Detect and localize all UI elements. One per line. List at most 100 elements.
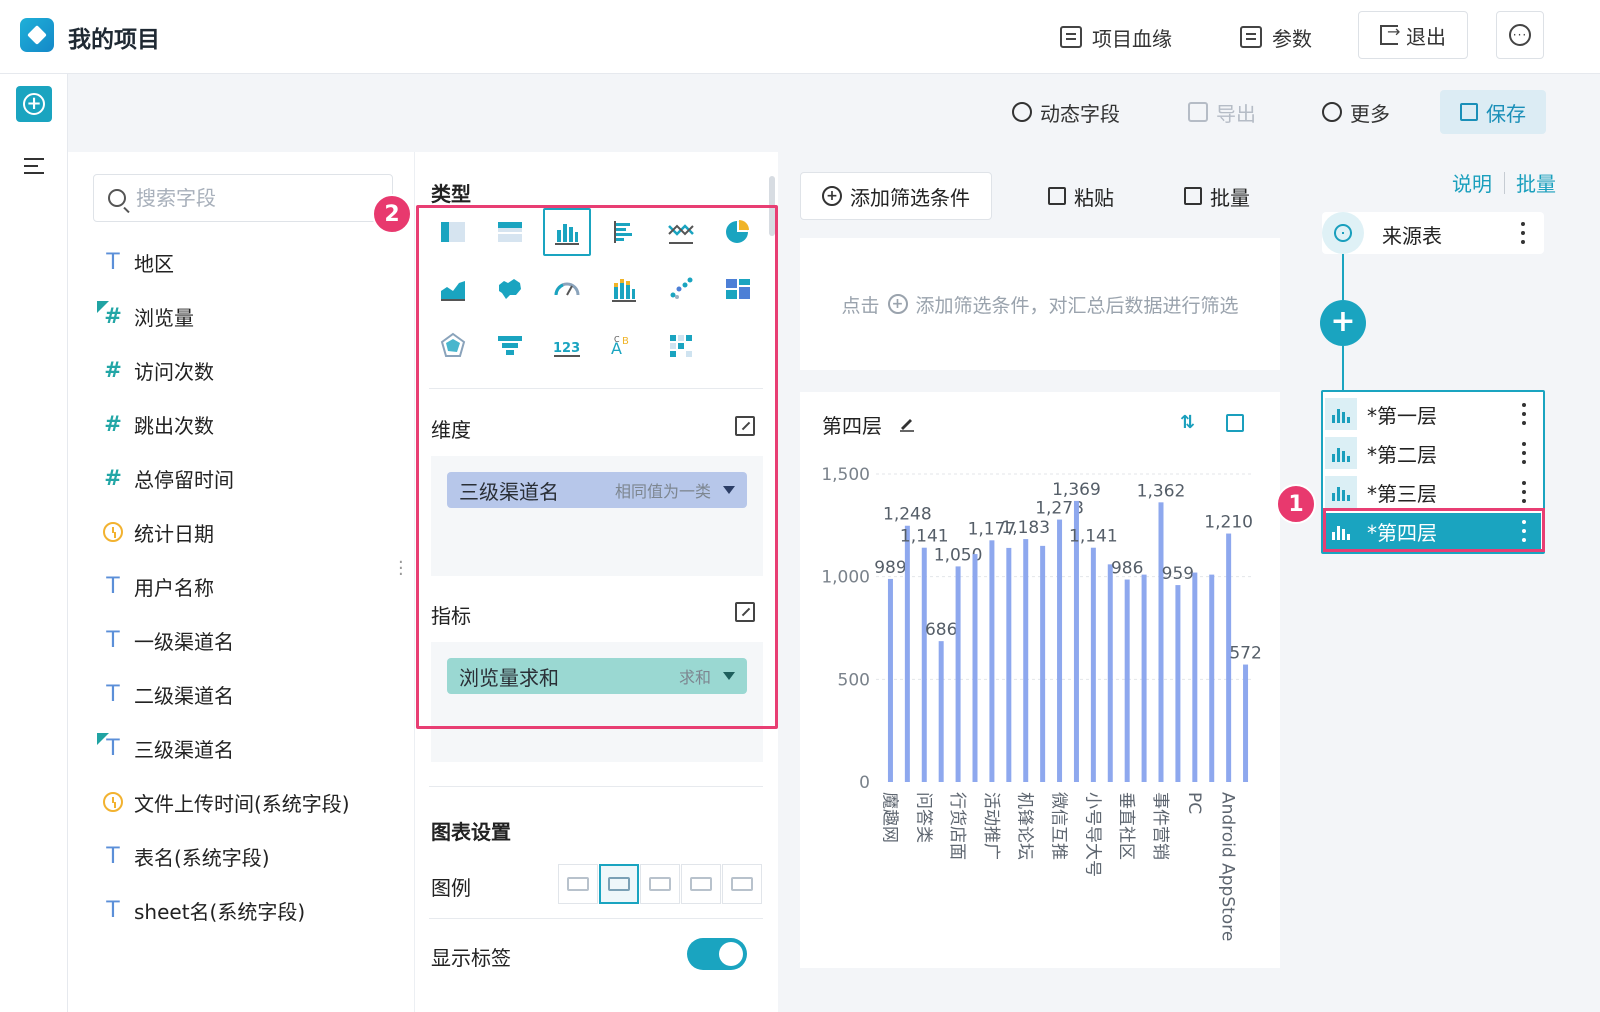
layer-item[interactable]: *第二层 (1325, 435, 1541, 471)
field-item[interactable]: T 三级渠道名 (97, 728, 234, 768)
chart-settings-title: 图表设置 (431, 820, 511, 844)
legend-option-bottom[interactable] (722, 864, 762, 904)
bar (1023, 539, 1029, 782)
y-tick-label: 0 (859, 773, 870, 793)
data-label: 986 (1111, 559, 1143, 579)
field-label: 跳出次数 (134, 413, 214, 438)
field-label: 用户名称 (134, 575, 214, 600)
field-label: 统计日期 (134, 521, 214, 546)
legend-option-left[interactable] (599, 864, 639, 904)
field-item[interactable]: T 表名(系统字段) (98, 836, 269, 876)
add-layer-button[interactable]: + (1320, 300, 1366, 346)
x-tick-label: Android AppStore (1218, 792, 1238, 941)
bar (938, 641, 944, 782)
data-label: 686 (925, 620, 957, 640)
x-tick-label: 垂直社区 (1116, 792, 1136, 860)
show-labels-toggle[interactable] (687, 938, 747, 970)
filter-empty-hint[interactable]: 点击 + 添加筛选条件，对汇总后数据进行筛选 (800, 238, 1280, 370)
field-item[interactable]: T 用户名称 (98, 566, 214, 606)
layer-batch-link[interactable]: 批量 (1516, 168, 1556, 197)
field-item[interactable]: 文件上传时间(系统字段) (98, 782, 350, 822)
filter-batch-button[interactable]: 批量 (1184, 172, 1250, 220)
field-item[interactable]: # 总停留时间 (98, 458, 234, 498)
rail-add-button[interactable]: + (16, 86, 52, 122)
filter-batch-label: 批量 (1210, 185, 1250, 210)
more-button[interactable]: 更多 (1322, 92, 1390, 132)
field-item[interactable]: # 跳出次数 (98, 404, 214, 444)
export-button[interactable]: 导出 (1188, 92, 1256, 132)
bar (1175, 585, 1181, 782)
data-label: 1,141 (1069, 527, 1118, 547)
panel-resize-handle[interactable]: · · · (398, 554, 404, 584)
paste-button[interactable]: 粘贴 (1048, 172, 1114, 220)
chart-type-title: 类型 (431, 182, 471, 206)
field-item[interactable]: Tsheet名(系统字段) (98, 890, 305, 930)
legend-icon (690, 877, 712, 891)
x-tick-label: 活动推广 (981, 792, 1001, 860)
x-tick-label: 问答类 (913, 792, 933, 843)
bar (1006, 547, 1012, 782)
kebab-menu-icon[interactable] (1521, 403, 1527, 425)
legend-option-none[interactable] (558, 864, 598, 904)
app-title: 我的项目 (68, 27, 160, 53)
clock-icon (103, 522, 123, 542)
dynamic-field-button[interactable]: 动态字段 (1012, 92, 1120, 132)
field-item[interactable]: 统计日期 (98, 512, 214, 552)
field-item[interactable]: T 二级渠道名 (98, 674, 234, 714)
data-label: 1,141 (900, 527, 949, 547)
params-button[interactable]: 参数 (1240, 14, 1312, 60)
rail-list-icon[interactable] (24, 158, 44, 174)
in-use-flag-icon (97, 732, 109, 745)
data-label: 1,210 (1204, 513, 1253, 533)
field-item[interactable]: # 访问次数 (98, 350, 214, 390)
filter-empty-text: 添加筛选条件，对汇总后数据进行筛选 (915, 294, 1239, 317)
data-label: 1,248 (883, 505, 932, 525)
show-labels-title: 显示标签 (431, 946, 511, 970)
kebab-menu-icon[interactable] (1521, 481, 1527, 503)
field-search[interactable] (93, 174, 393, 222)
add-filter-button[interactable]: + 添加筛选条件 (800, 172, 992, 220)
field-label: 浏览量 (134, 305, 194, 330)
field-item[interactable]: T 地区 (98, 242, 174, 282)
search-icon (108, 189, 126, 207)
explain-link[interactable]: 说明 (1452, 168, 1492, 197)
exit-button[interactable]: 退出 (1358, 11, 1468, 59)
legend-option-right[interactable] (640, 864, 680, 904)
text-type-icon: T (106, 681, 120, 707)
top-more-button[interactable]: ··· (1496, 11, 1544, 59)
params-icon (1240, 26, 1262, 48)
annotation-badge-1: 1 (1276, 484, 1316, 524)
layer-item[interactable]: *第一层 (1325, 396, 1541, 432)
field-search-input[interactable] (136, 186, 376, 210)
ellipsis-circle-icon: ··· (1509, 24, 1531, 46)
save-button[interactable]: 保存 (1440, 90, 1546, 134)
lineage-icon (1060, 26, 1082, 48)
source-table-node[interactable]: 来源表 (1322, 212, 1544, 254)
field-item[interactable]: T 一级渠道名 (98, 620, 234, 660)
data-label: 1,369 (1052, 480, 1101, 500)
bar (887, 578, 893, 782)
plus-circle-icon: + (887, 294, 908, 314)
project-lineage-button[interactable]: 项目血缘 (1060, 14, 1172, 60)
layer-item[interactable]: *第三层 (1325, 474, 1541, 510)
save-icon (1460, 103, 1478, 121)
field-item[interactable]: # 浏览量 (97, 296, 194, 336)
kebab-menu-icon[interactable] (1521, 442, 1527, 464)
legend-option-top[interactable] (681, 864, 721, 904)
kebab-menu-icon[interactable] (1520, 222, 1526, 244)
text-type-icon: T (106, 627, 120, 653)
bar (921, 547, 927, 782)
chart-card: 第四层 ⇅ 0 500 1,000 1,500 989 魔趣网 1,248 1,141 问答类 6… (800, 392, 1280, 968)
field-label: 三级渠道名 (134, 737, 234, 762)
bar (1243, 664, 1249, 782)
refresh-icon (1012, 102, 1032, 122)
bar (955, 566, 961, 782)
legend-icon (608, 877, 630, 891)
text-type-icon: T (97, 732, 128, 761)
x-tick-label: 事件营销 (1150, 792, 1170, 860)
target-icon (1322, 212, 1364, 254)
source-table-label: 来源表 (1382, 224, 1442, 248)
checkbox-icon (1184, 187, 1202, 205)
bar-chart-icon (1325, 398, 1357, 430)
bar (1141, 574, 1147, 782)
